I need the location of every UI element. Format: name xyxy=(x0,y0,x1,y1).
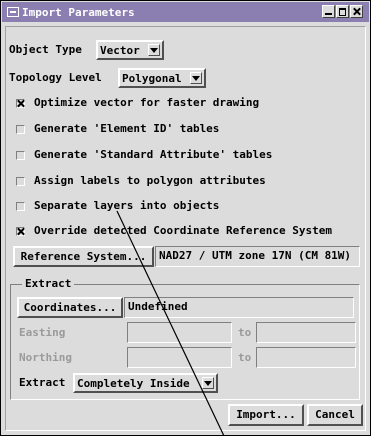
northing-label: Northing xyxy=(19,351,72,364)
title-bar[interactable]: Import Parameters xyxy=(2,2,369,22)
checkbox-label: Override detected Coordinate Reference S… xyxy=(34,224,333,237)
close-icon[interactable] xyxy=(350,5,363,18)
easting-to-label: to xyxy=(238,326,252,339)
checkbox-box[interactable] xyxy=(16,125,25,134)
coordinates-value: Undefined xyxy=(128,300,188,313)
window-title: Import Parameters xyxy=(22,6,135,19)
reference-system-button-label: Reference System... xyxy=(20,250,147,263)
chevron-down-icon xyxy=(148,44,160,56)
topology-level-select[interactable]: Polygonal xyxy=(118,68,206,88)
northing-from-input[interactable] xyxy=(127,347,232,368)
chevron-down-icon xyxy=(190,72,202,84)
checkbox-box[interactable] xyxy=(16,202,25,211)
checkbox-box[interactable] xyxy=(16,99,25,108)
object-type-label: Object Type xyxy=(9,43,82,56)
northing-to-label: to xyxy=(238,351,252,364)
checkbox-label: Generate 'Standard Attribute' tables xyxy=(34,148,273,161)
easting-to-input[interactable] xyxy=(256,322,356,343)
reference-system-value: NAD27 / UTM zone 17N (CM 81W) xyxy=(159,249,352,262)
coordinates-button[interactable]: Coordinates... xyxy=(17,297,123,318)
checkbox-label: Generate 'Element ID' tables xyxy=(34,122,220,135)
import-button-label: Import... xyxy=(236,408,296,421)
coordinates-button-label: Coordinates... xyxy=(23,301,117,314)
import-button[interactable]: Import... xyxy=(228,404,304,426)
topology-level-value: Polygonal xyxy=(122,72,182,85)
extract-mode-value: Completely Inside xyxy=(77,377,190,390)
checkbox-box[interactable] xyxy=(16,177,25,186)
checkbox-box[interactable] xyxy=(16,151,25,160)
checkbox-label: Optimize vector for faster drawing xyxy=(34,96,260,109)
cancel-button[interactable]: Cancel xyxy=(307,404,363,426)
extract-label: Extract xyxy=(19,376,66,389)
maximize-icon[interactable] xyxy=(336,5,349,18)
northing-to-input[interactable] xyxy=(256,347,356,368)
easting-label: Easting xyxy=(19,326,66,339)
reference-system-field: NAD27 / UTM zone 17N (CM 81W) xyxy=(155,246,360,267)
cancel-button-label: Cancel xyxy=(315,408,355,421)
minimize-icon[interactable] xyxy=(322,5,335,18)
chevron-down-icon xyxy=(202,377,214,389)
coordinates-field: Undefined xyxy=(124,297,354,318)
extract-group-title: Extract xyxy=(22,277,75,290)
topology-level-label: Topology Level xyxy=(9,71,102,84)
reference-system-button[interactable]: Reference System... xyxy=(13,246,154,267)
checkbox-box[interactable] xyxy=(16,227,25,236)
object-type-value: Vector xyxy=(100,44,140,57)
extract-mode-select[interactable]: Completely Inside xyxy=(73,373,218,393)
checkbox-label: Separate layers into objects xyxy=(34,199,220,212)
system-menu-icon[interactable] xyxy=(7,7,19,17)
easting-from-input[interactable] xyxy=(127,322,232,343)
object-type-select[interactable]: Vector xyxy=(96,40,164,60)
checkbox-label: Assign labels to polygon attributes xyxy=(34,174,266,187)
